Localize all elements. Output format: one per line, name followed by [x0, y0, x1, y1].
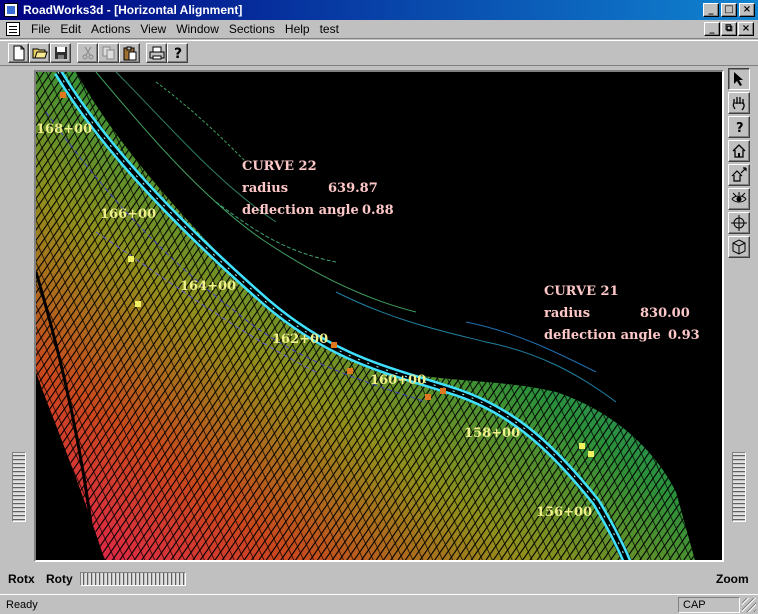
alignment-marker	[347, 368, 353, 374]
cube-icon	[732, 239, 746, 255]
document-icon[interactable]	[6, 22, 20, 36]
help-icon: ?	[174, 46, 182, 61]
radius-value: 830.00	[640, 306, 690, 321]
rotx-label: Rotx	[8, 572, 35, 586]
print-button[interactable]	[146, 43, 167, 63]
alignment-marker	[440, 388, 446, 394]
control-point	[588, 451, 594, 457]
curve-21-info: CURVE 21 radius 830.00 deflection angle 0.…	[544, 281, 700, 347]
control-point	[135, 301, 141, 307]
pan-hand-icon	[732, 97, 745, 111]
rotx-slider[interactable]	[12, 452, 26, 522]
copy-button[interactable]	[98, 43, 119, 63]
save-button[interactable]	[50, 43, 71, 63]
status-text: Ready	[6, 598, 38, 611]
curve-22-info: CURVE 22 radius 639.87 deflection angle 0.…	[242, 156, 394, 222]
deflection-label: deflection angle	[544, 328, 661, 343]
svg-text:?: ?	[174, 46, 182, 61]
minimize-button[interactable]: _	[703, 3, 719, 17]
new-icon	[13, 45, 24, 61]
cube-tool[interactable]	[728, 236, 750, 258]
resize-grip[interactable]	[742, 597, 756, 612]
toolbar: ?	[0, 40, 758, 66]
eye-icon	[731, 192, 747, 203]
svg-text:?: ?	[736, 121, 744, 135]
roty-label: Roty	[46, 572, 73, 586]
app-icon[interactable]	[4, 3, 18, 17]
curve-title: CURVE 21	[544, 284, 619, 299]
alignment-view[interactable]: 168+00 166+00 164+00 162+00 160+00 158+0…	[34, 70, 724, 562]
menu-window[interactable]: Window	[171, 22, 224, 36]
save-icon	[54, 47, 67, 59]
station-label: 168+00	[36, 122, 93, 137]
menu-edit[interactable]: Edit	[55, 22, 86, 36]
radius-value: 639.87	[328, 181, 378, 196]
open-icon	[32, 48, 48, 59]
station-label: 160+00	[370, 373, 427, 388]
station-label: 166+00	[100, 207, 157, 222]
deflection-label: deflection angle	[242, 203, 359, 218]
station-label: 156+00	[536, 505, 593, 520]
copy-icon	[102, 46, 114, 60]
home-zoom-tool[interactable]	[728, 164, 750, 186]
curve-title: CURVE 22	[242, 159, 317, 174]
maximize-button[interactable]: □	[721, 3, 737, 17]
caps-lock-indicator: CAP	[678, 596, 740, 613]
status-bar: Ready CAP	[0, 594, 758, 614]
zoom-slider[interactable]	[732, 452, 746, 522]
menu-file[interactable]: File	[26, 22, 55, 36]
open-button[interactable]	[29, 43, 50, 63]
mdi-minimize-button[interactable]: _	[704, 22, 720, 36]
menu-view[interactable]: View	[135, 22, 171, 36]
move-tool[interactable]	[728, 212, 750, 234]
help-query-icon: ?	[736, 121, 744, 135]
mdi-close-button[interactable]: ×	[738, 22, 754, 36]
deflection-value: 0.93	[668, 328, 700, 343]
radius-label: radius	[544, 306, 591, 321]
pointer-tool[interactable]	[728, 68, 750, 90]
mdi-restore-button[interactable]: ⧉	[721, 22, 737, 36]
close-button[interactable]: ×	[739, 3, 755, 17]
menu-bar: File Edit Actions View Window Sections H…	[0, 20, 758, 39]
home-icon	[732, 144, 746, 158]
alignment-marker	[331, 342, 337, 348]
alignment-marker	[425, 394, 431, 400]
title-bar: RoadWorks3d - [Horizontal Alignment] _ □…	[0, 0, 758, 20]
paste-icon	[123, 46, 136, 60]
home-tool[interactable]	[728, 140, 750, 162]
control-point	[579, 443, 585, 449]
menu-actions[interactable]: Actions	[86, 22, 135, 36]
help-button[interactable]: ?	[167, 43, 188, 63]
alignment-marker	[60, 92, 66, 98]
pointer-icon	[734, 72, 743, 86]
eye-tool[interactable]	[728, 188, 750, 210]
menu-help[interactable]: Help	[280, 22, 315, 36]
print-icon	[149, 46, 164, 60]
station-label: 164+00	[180, 279, 237, 294]
station-label: 158+00	[464, 426, 521, 441]
control-point	[128, 256, 134, 262]
radius-label: radius	[242, 181, 289, 196]
query-tool[interactable]: ?	[728, 116, 750, 138]
move-cross-icon	[731, 215, 747, 231]
cut-icon	[82, 46, 93, 60]
zoom-label: Zoom	[716, 572, 749, 586]
deflection-value: 0.88	[362, 203, 394, 218]
new-button[interactable]	[8, 43, 29, 63]
menu-sections[interactable]: Sections	[224, 22, 280, 36]
pan-tool[interactable]	[728, 92, 750, 114]
roty-slider[interactable]	[80, 572, 186, 586]
paste-button[interactable]	[119, 43, 140, 63]
cut-button[interactable]	[77, 43, 98, 63]
window-title: RoadWorks3d - [Horizontal Alignment]	[23, 3, 243, 17]
view-tool-palette: ?	[728, 68, 752, 258]
menu-test[interactable]: test	[315, 22, 344, 36]
home-zoom-icon	[731, 167, 747, 182]
station-label: 162+00	[272, 332, 329, 347]
